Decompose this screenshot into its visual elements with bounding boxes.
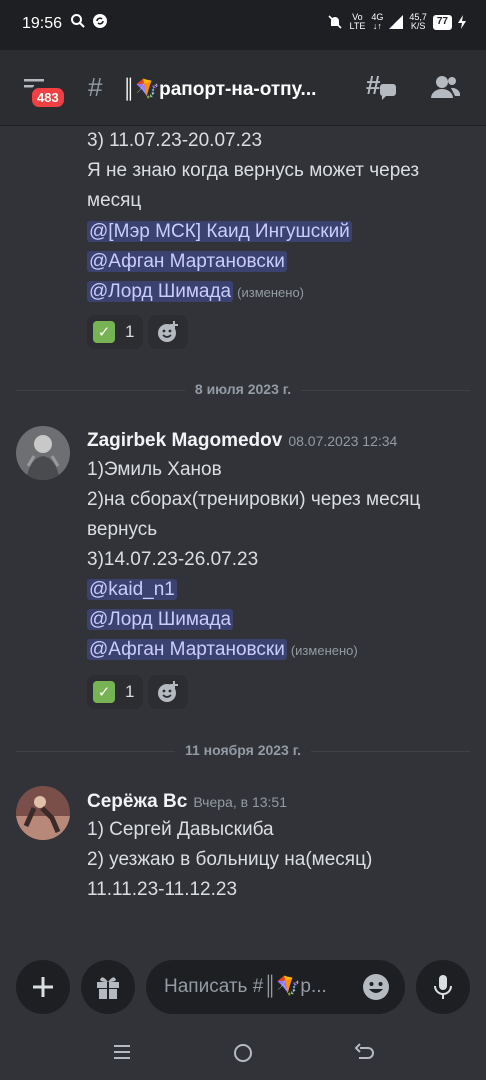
unread-badge: 483 (29, 85, 67, 110)
attach-button[interactable] (16, 960, 70, 1014)
message-timestamp: Вчера, в 13:51 (193, 794, 287, 810)
channel-header: 483 # ║🪁рапорт-на-отпу... # (0, 50, 486, 126)
hash-icon: # (88, 72, 103, 102)
message-line: 1)Эмиль Ханов (87, 459, 222, 480)
home-icon (234, 1044, 252, 1062)
back-button[interactable] (354, 1042, 376, 1069)
threads-button[interactable]: # (366, 70, 398, 107)
volte-indicator: Vo LTE (349, 13, 365, 31)
user-mention[interactable]: @Лорд Шимада (87, 281, 234, 302)
avatar[interactable] (16, 426, 70, 480)
message-author[interactable]: Zagirbek Magomedov 08.07.2023 12:34 (87, 430, 397, 452)
lte-label: LTE (349, 21, 366, 31)
user-mention[interactable]: @Лорд Шимада (87, 609, 234, 630)
recent-apps-button[interactable] (112, 1042, 132, 1067)
edited-label: (изменено) (237, 285, 305, 300)
date-label: 11 ноября 2023 г. (174, 742, 312, 758)
charging-icon (458, 15, 466, 29)
user-mention[interactable]: @Афган Мартановски (87, 639, 287, 660)
date-divider-label: 8 июля 2023 г. (0, 381, 486, 397)
status-bar: 19:56 Vo LTE 4G ↓↑ 45,7 K/S 77 (0, 0, 486, 50)
add-reaction-icon (158, 681, 178, 702)
home-button[interactable] (232, 1042, 254, 1069)
reaction-checkmark[interactable]: ✓ 1 (87, 315, 143, 349)
back-icon (354, 1043, 374, 1059)
avatar[interactable] (16, 786, 70, 840)
message-line: месяц (87, 190, 142, 211)
message-list[interactable]: 3) 11.07.23-20.07.23 Я не знаю когда вер… (0, 126, 486, 956)
threads-icon: # (366, 70, 396, 100)
signal-label: 4G (371, 12, 384, 22)
date-label: 8 июля 2023 г. (184, 381, 302, 397)
microphone-icon (434, 975, 452, 999)
signal-indicator: 4G ↓↑ (371, 12, 384, 31)
status-left-icons (70, 13, 108, 29)
checkmark-icon: ✓ (93, 321, 115, 343)
author-name[interactable]: Zagirbek Magomedov (87, 430, 282, 451)
status-right: Vo LTE 4G ↓↑ 45,7 K/S 77 (327, 13, 466, 31)
user-mention[interactable]: @Афган Мартановски (87, 251, 287, 272)
gift-button[interactable] (81, 960, 135, 1014)
author-name[interactable]: Серёжа Вс (87, 791, 187, 812)
message-line: 3)14.07.23-26.07.23 (87, 549, 259, 570)
search-icon (71, 14, 85, 28)
message-line: вернусь (87, 519, 158, 540)
checkmark-icon: ✓ (93, 681, 115, 703)
user-mention[interactable]: @kaid_n1 (87, 579, 177, 600)
message-composer: Написать #║🪁р... (0, 956, 486, 1026)
sync-icon (93, 14, 107, 28)
message-line: 3) 11.07.23-20.07.23 (87, 130, 263, 151)
gift-icon (97, 977, 119, 999)
mute-icon (328, 15, 343, 29)
add-reaction-button[interactable] (148, 315, 188, 349)
message-author[interactable]: Серёжа Вс Вчера, в 13:51 (87, 791, 287, 813)
reaction-count: 1 (125, 322, 135, 341)
message-line: 11.11.23-11.12.23 (87, 879, 238, 900)
voice-message-button[interactable] (416, 960, 470, 1014)
message-line: 2) уезжаю в больницу на(месяц) (87, 849, 373, 870)
plus-icon (33, 977, 53, 997)
emoji-icon (363, 974, 389, 1000)
reaction-checkmark[interactable]: ✓ 1 (87, 675, 143, 709)
edited-label: (изменено) (290, 643, 358, 658)
message-timestamp: 08.07.2023 12:34 (288, 433, 398, 449)
message-line: 1) Сергей Давыскиба (87, 819, 274, 840)
date-divider-label: 11 ноября 2023 г. (0, 742, 486, 758)
add-reaction-button[interactable] (148, 675, 188, 709)
message-line: 2)на сборах(тренировки) через месяц (87, 489, 421, 510)
status-time: 19:56 (22, 15, 63, 32)
recent-apps-icon (114, 1045, 130, 1059)
signal-bars-icon (389, 15, 404, 29)
emoji-button[interactable] (362, 973, 390, 1006)
speed-unit: K/S (410, 21, 426, 31)
reaction-count: 1 (125, 682, 135, 701)
speed-indicator: 45,7 K/S (409, 13, 427, 31)
channel-name[interactable]: ║🪁рапорт-на-отпу... (122, 77, 342, 101)
add-reaction-icon (158, 321, 178, 342)
members-icon (431, 76, 461, 98)
battery-indicator: 77 (432, 14, 452, 30)
message-line: Я не знаю когда вернусь может через (87, 160, 420, 181)
system-nav-bar (0, 1026, 486, 1080)
members-button[interactable] (430, 74, 461, 105)
svg-text:#: # (366, 72, 381, 100)
user-mention[interactable]: @[Мэр МСК] Каид Ингушский (87, 221, 352, 242)
